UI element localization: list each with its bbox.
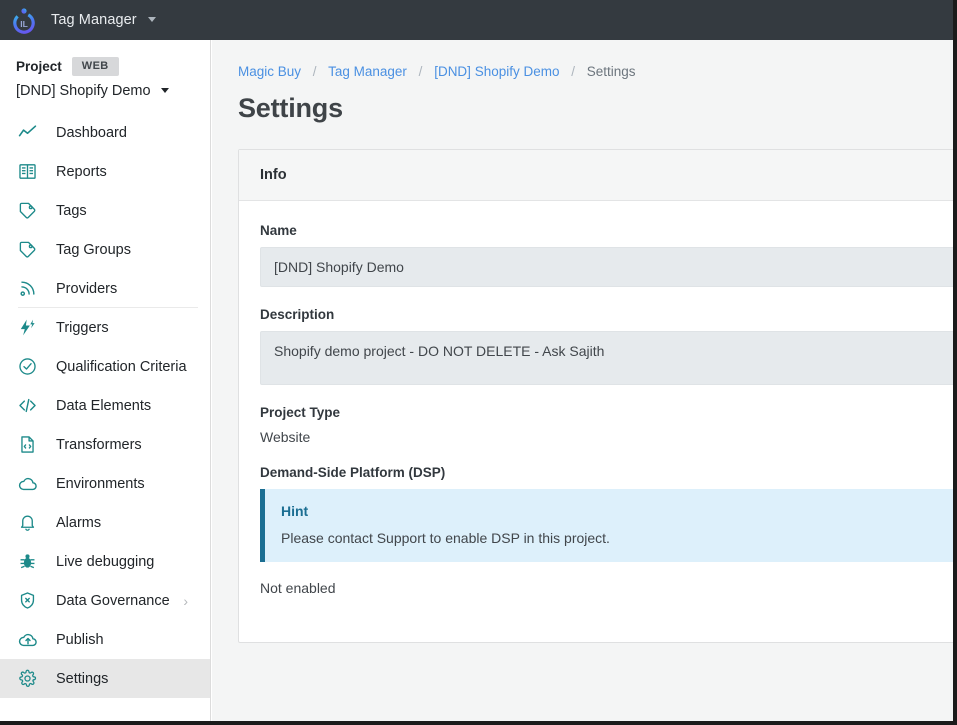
- sidebar-item-label: Live debugging: [56, 554, 154, 570]
- sidebar-item-transformers[interactable]: Transformers: [0, 425, 210, 464]
- sidebar-item-tags[interactable]: Tags: [0, 191, 210, 230]
- sidebar-item-label: Qualification Criteria: [56, 359, 187, 375]
- hint-title: Hint: [281, 503, 945, 519]
- cloud-upload-icon: [18, 630, 44, 650]
- description-value: Shopify demo project - DO NOT DELETE - A…: [260, 331, 953, 385]
- rss-icon: [18, 279, 44, 298]
- sidebar-item-label: Data Governance: [56, 593, 170, 609]
- file-code-icon: [18, 435, 44, 454]
- hint-callout: Hint Please contact Support to enable DS…: [260, 489, 953, 562]
- sidebar-item-providers[interactable]: Providers: [0, 269, 210, 308]
- sidebar-item-data-governance[interactable]: Data Governance ›: [0, 581, 210, 620]
- info-card-header: Info: [239, 150, 953, 201]
- cloud-icon: [18, 474, 44, 494]
- caret-down-icon: [161, 88, 169, 93]
- main-content: Magic Buy / Tag Manager / [DND] Shopify …: [212, 40, 953, 725]
- sidebar-item-data-elements[interactable]: Data Elements: [0, 386, 210, 425]
- sidebar-item-reports[interactable]: Reports: [0, 152, 210, 191]
- description-label: Description: [260, 307, 953, 322]
- top-bar: IL Tag Manager: [0, 0, 953, 40]
- app-logo-icon: IL: [9, 5, 39, 35]
- code-brackets-icon: [18, 396, 44, 415]
- caret-down-icon: [148, 17, 156, 22]
- check-circle-icon: [18, 357, 44, 376]
- app-window: IL Tag Manager Project WEB [DND] Shopify…: [0, 0, 957, 725]
- app-title-menu[interactable]: Tag Manager: [51, 12, 156, 28]
- tag-icon: [18, 240, 44, 259]
- tag-icon: [18, 201, 44, 220]
- sidebar-item-tag-groups[interactable]: Tag Groups: [0, 230, 210, 269]
- sidebar-item-label: Dashboard: [56, 125, 127, 141]
- project-selector[interactable]: Project WEB [DND] Shopify Demo: [0, 40, 210, 113]
- sidebar-item-label: Transformers: [56, 437, 142, 453]
- sidebar: Project WEB [DND] Shopify Demo Dashboard: [0, 40, 211, 725]
- project-header-row: Project WEB: [16, 57, 210, 76]
- sidebar-item-label: Reports: [56, 164, 107, 180]
- chevron-right-icon: ›: [183, 594, 188, 608]
- breadcrumb: Magic Buy / Tag Manager / [DND] Shopify …: [212, 40, 953, 79]
- sidebar-item-label: Alarms: [56, 515, 101, 531]
- sidebar-item-label: Settings: [56, 671, 108, 687]
- sidebar-item-qualification-criteria[interactable]: Qualification Criteria: [0, 347, 210, 386]
- settings-highlight-annotation: [6, 721, 202, 725]
- name-value: [DND] Shopify Demo: [260, 247, 953, 287]
- book-icon: [18, 162, 44, 181]
- breadcrumb-separator: /: [313, 64, 317, 79]
- bell-icon: [18, 513, 44, 532]
- project-type-badge: WEB: [72, 57, 119, 76]
- breadcrumb-item-project[interactable]: [DND] Shopify Demo: [434, 64, 559, 79]
- info-card-body: Name [DND] Shopify Demo Description Shop…: [239, 201, 953, 642]
- breadcrumb-item-tag-manager[interactable]: Tag Manager: [328, 64, 407, 79]
- sidebar-item-triggers[interactable]: Triggers: [0, 308, 210, 347]
- hint-text: Please contact Support to enable DSP in …: [281, 530, 945, 546]
- breadcrumb-separator: /: [419, 64, 423, 79]
- project-label: Project: [16, 59, 62, 74]
- svg-text:IL: IL: [20, 19, 28, 29]
- sidebar-item-publish[interactable]: Publish: [0, 620, 210, 659]
- dsp-label: Demand-Side Platform (DSP): [260, 465, 953, 480]
- sidebar-item-label: Providers: [56, 281, 117, 297]
- sidebar-nav: Dashboard Reports: [0, 113, 210, 698]
- sidebar-item-label: Data Elements: [56, 398, 151, 414]
- shield-x-icon: [18, 591, 44, 610]
- bug-icon: [18, 552, 44, 571]
- project-type-value: Website: [260, 429, 953, 445]
- sidebar-item-label: Tags: [56, 203, 87, 219]
- sidebar-item-dashboard[interactable]: Dashboard: [0, 113, 210, 152]
- sidebar-item-settings[interactable]: Settings: [0, 659, 210, 698]
- project-type-label: Project Type: [260, 405, 953, 420]
- line-chart-icon: [18, 123, 44, 142]
- sidebar-item-label: Tag Groups: [56, 242, 131, 258]
- lightning-bolt-icon: [18, 318, 44, 337]
- dsp-status-value: Not enabled: [260, 580, 953, 596]
- info-card: Info Name [DND] Shopify Demo Description…: [238, 149, 953, 643]
- page-title: Settings: [212, 79, 953, 124]
- project-name-dropdown[interactable]: [DND] Shopify Demo: [16, 83, 210, 99]
- gear-icon: [18, 669, 44, 688]
- app-title-label: Tag Manager: [51, 12, 137, 28]
- project-name-label: [DND] Shopify Demo: [16, 83, 151, 99]
- sidebar-item-live-debugging[interactable]: Live debugging: [0, 542, 210, 581]
- sidebar-item-label: Publish: [56, 632, 104, 648]
- sidebar-item-label: Environments: [56, 476, 145, 492]
- name-label: Name: [260, 223, 953, 238]
- breadcrumb-item-magic-buy[interactable]: Magic Buy: [238, 64, 301, 79]
- sidebar-item-alarms[interactable]: Alarms: [0, 503, 210, 542]
- breadcrumb-item-current: Settings: [587, 64, 636, 79]
- sidebar-item-environments[interactable]: Environments: [0, 464, 210, 503]
- breadcrumb-separator: /: [571, 64, 575, 79]
- sidebar-item-label: Triggers: [56, 320, 109, 336]
